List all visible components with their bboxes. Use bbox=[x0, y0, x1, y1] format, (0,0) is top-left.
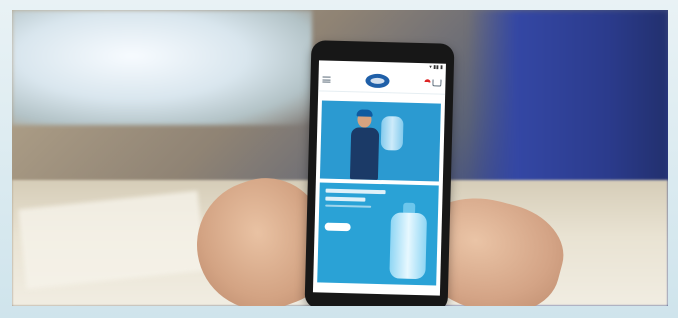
water-bottle bbox=[389, 212, 428, 280]
status-icons: ▾ ▮▮ ▮ bbox=[429, 64, 443, 71]
man-cap bbox=[356, 109, 373, 117]
man-body bbox=[349, 127, 380, 180]
app-header bbox=[318, 68, 446, 95]
promo-card[interactable] bbox=[317, 182, 439, 286]
image-frame: ▾ ▮▮ ▮ bbox=[0, 0, 678, 318]
carried-water-bottle bbox=[380, 116, 404, 151]
brand-logo[interactable] bbox=[365, 73, 390, 89]
menu-icon[interactable] bbox=[322, 76, 331, 83]
smartphone: ▾ ▮▮ ▮ bbox=[304, 40, 455, 306]
delivery-man bbox=[348, 109, 382, 180]
promo-text-lines bbox=[325, 188, 386, 213]
cart-icon[interactable] bbox=[432, 78, 442, 87]
train-window bbox=[12, 10, 312, 125]
header-actions bbox=[424, 78, 442, 87]
phone-screen: ▾ ▮▮ ▮ bbox=[312, 60, 446, 296]
flag-icon[interactable] bbox=[424, 79, 431, 86]
photo: ▾ ▮▮ ▮ bbox=[12, 10, 668, 306]
hero-banner[interactable] bbox=[319, 100, 441, 182]
promo-button[interactable] bbox=[324, 222, 351, 232]
